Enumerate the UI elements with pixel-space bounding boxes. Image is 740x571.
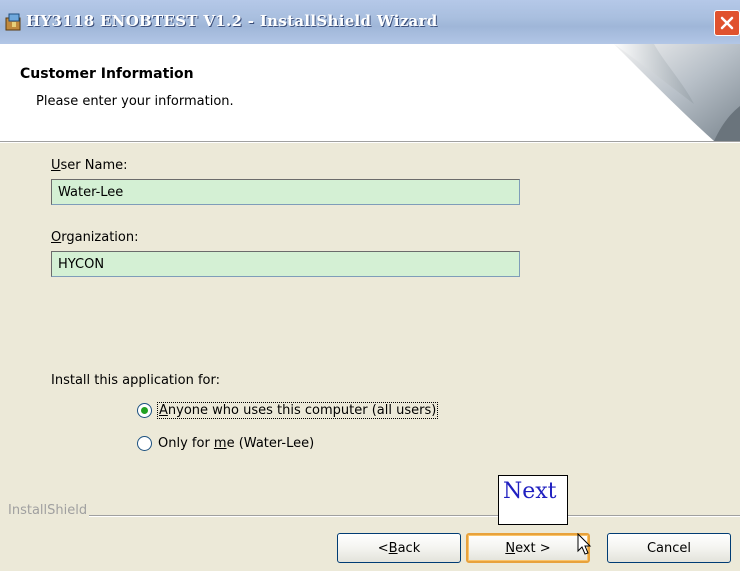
radio-only-me[interactable]: Only for me (Water-Lee) — [137, 436, 314, 451]
organization-input[interactable] — [51, 251, 520, 277]
mouse-cursor-icon — [577, 533, 592, 555]
header-divider — [0, 142, 740, 143]
page-subtitle: Please enter your information. — [36, 94, 234, 109]
radio-button-checked[interactable] — [137, 403, 152, 418]
page-title: Customer Information — [20, 66, 194, 82]
radio-only-me-label: Only for me (Water-Lee) — [158, 436, 315, 451]
cancel-button[interactable]: Cancel — [607, 533, 731, 563]
organization-label: Organization: — [51, 230, 139, 245]
window-title: HY3118 ENOBTEST V1.2 - InstallShield Wiz… — [26, 12, 438, 30]
back-button[interactable]: < Back — [337, 533, 461, 563]
installshield-brand: InstallShield — [8, 503, 88, 518]
radio-all-users[interactable]: Anyone who uses this computer (all users… — [137, 402, 439, 419]
radio-button-unchecked[interactable] — [137, 436, 152, 451]
close-icon — [720, 16, 734, 30]
annotation-text: Next — [503, 479, 557, 504]
footer-divider — [89, 515, 740, 516]
install-for-label: Install this application for: — [51, 373, 220, 388]
user-name-input[interactable] — [51, 179, 520, 205]
user-name-label: User Name: — [51, 158, 128, 173]
next-button[interactable]: Next > — [466, 533, 590, 563]
radio-all-users-label: Anyone who uses this computer (all users… — [156, 402, 439, 419]
title-bar[interactable]: HY3118 ENOBTEST V1.2 - InstallShield Wiz… — [0, 0, 740, 44]
page-curl-graphic — [614, 44, 740, 141]
installer-icon — [5, 13, 21, 31]
header-panel: Customer Information Please enter your i… — [0, 44, 740, 142]
close-button[interactable] — [714, 10, 740, 36]
